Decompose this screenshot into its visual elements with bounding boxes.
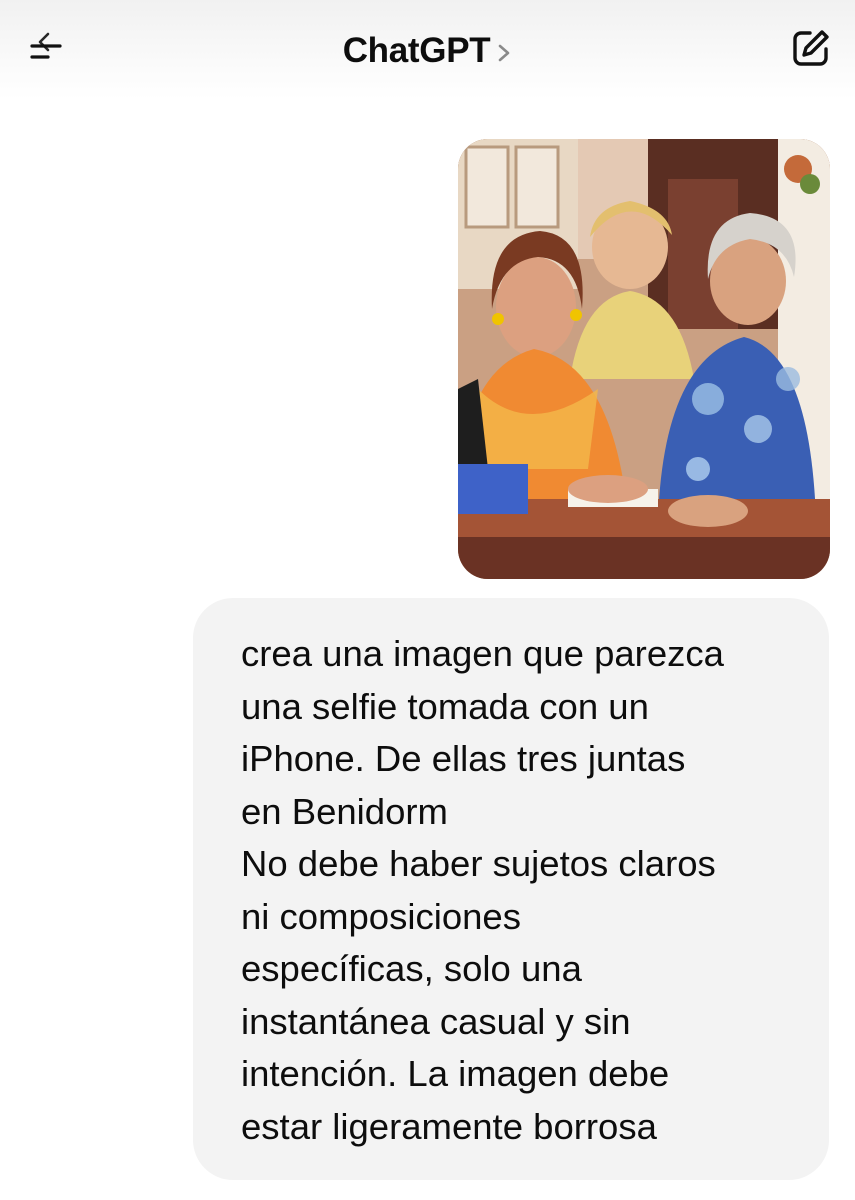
app-title: ChatGPT (342, 31, 491, 70)
compose-icon (789, 26, 833, 75)
model-selector[interactable]: ChatGPT (0, 28, 855, 74)
new-chat-button[interactable] (787, 26, 835, 74)
photo-illustration (458, 139, 830, 579)
user-attached-image[interactable] (458, 139, 830, 579)
top-bar: ChatGPT (0, 0, 855, 100)
user-message-text: crea una imagen que parezca una selfie t… (241, 633, 724, 1147)
chevron-right-icon (496, 41, 512, 65)
user-message-bubble: crea una imagen que parezca una selfie t… (193, 598, 829, 1180)
